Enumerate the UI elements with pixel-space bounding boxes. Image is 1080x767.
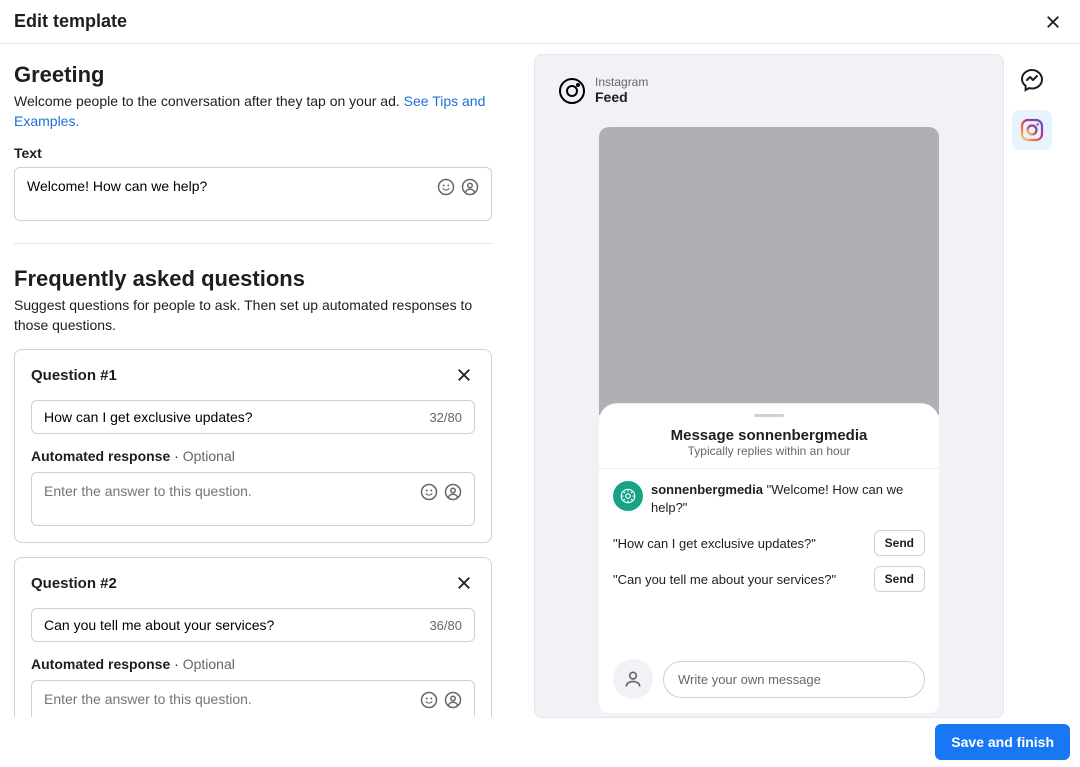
emoji-icon[interactable] [420,691,438,714]
emoji-icon[interactable] [437,178,455,201]
question-2-input-wrap[interactable]: 36/80 [31,608,475,642]
preview-platform: Instagram [595,75,648,89]
page-title: Edit template [14,11,127,32]
question-1-label: Question #1 [31,367,117,384]
preview-card: Instagram Feed Message sonnenbergmedia T… [534,54,1004,718]
save-button[interactable]: Save and finish [935,724,1070,760]
question-1-count: 32/80 [429,410,462,425]
remove-question-1[interactable] [453,364,475,386]
camera-icon [623,669,643,689]
suggestion-row-2: "Can you tell me about your services?" S… [613,566,925,592]
camera-button[interactable] [613,659,653,699]
auto-response-label-2: Automated response · Optional [31,656,475,672]
send-button-2[interactable]: Send [874,566,925,592]
close-button[interactable] [1040,9,1066,35]
instagram-icon [1020,118,1044,142]
answer-1-textbox[interactable] [31,472,475,526]
sheet-title: Message sonnenbergmedia [613,427,925,444]
messenger-icon [1020,68,1044,92]
preview-panel: Instagram Feed Message sonnenbergmedia T… [506,44,1080,717]
preview-placement: Feed [595,89,628,105]
question-1-input-wrap[interactable]: 32/80 [31,400,475,434]
phone-preview: Message sonnenbergmedia Typically replie… [599,127,939,713]
instagram-icon [559,78,585,104]
compose-input[interactable]: Write your own message [663,661,925,698]
send-button-1[interactable]: Send [874,530,925,556]
question-2-count: 36/80 [429,618,462,633]
greeting-title: Greeting [14,62,492,88]
question-2-label: Question #2 [31,575,117,592]
person-icon[interactable] [461,178,479,201]
person-icon[interactable] [444,691,462,714]
editor-panel: Greeting Welcome people to the conversat… [0,44,506,717]
channel-switcher [1012,60,1052,707]
greeting-subtitle: Welcome people to the conversation after… [14,92,492,131]
greeting-message-row: sonnenbergmedia "Welcome! How can we hel… [613,481,925,516]
answer-2-textbox[interactable] [31,680,475,717]
avatar [613,481,643,511]
greeting-textbox[interactable]: Welcome! How can we help? [14,167,492,221]
remove-question-2[interactable] [453,572,475,594]
greeting-text-label: Text [14,145,492,161]
faq-title: Frequently asked questions [14,266,492,292]
sheet-subtitle: Typically replies within an hour [613,444,925,458]
question-card-1: Question #1 32/80 Automated response · O… [14,349,492,543]
sheet-handle [754,414,784,417]
preview-image-placeholder [599,127,939,415]
answer-2-textarea[interactable] [44,691,420,717]
greeting-textarea[interactable]: Welcome! How can we help? [27,178,437,210]
person-icon[interactable] [444,483,462,506]
close-icon [1044,13,1062,31]
question-card-2: Question #2 36/80 Automated response · O… [14,557,492,717]
suggestion-row-1: "How can I get exclusive updates?" Send [613,530,925,556]
faq-subtitle: Suggest questions for people to ask. The… [14,296,492,335]
auto-response-label-1: Automated response · Optional [31,448,475,464]
emoji-icon[interactable] [420,483,438,506]
answer-1-textarea[interactable] [44,483,420,515]
question-2-input[interactable] [44,617,429,633]
question-1-input[interactable] [44,409,429,425]
messenger-channel[interactable] [1012,60,1052,100]
instagram-channel[interactable] [1012,110,1052,150]
